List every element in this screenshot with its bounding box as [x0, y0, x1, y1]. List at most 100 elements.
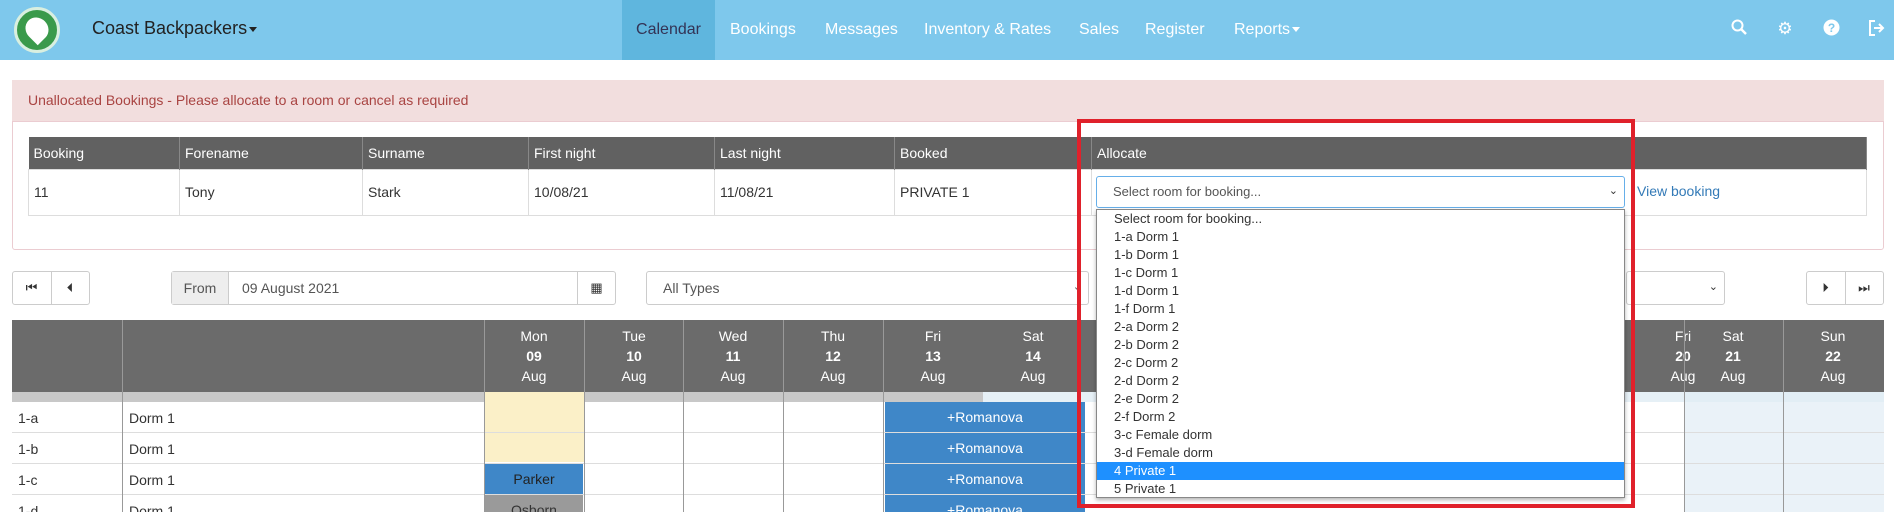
room-name: Dorm 1	[129, 441, 175, 457]
day-month: Aug	[521, 368, 547, 384]
booking-bar[interactable]: +Romanova	[885, 464, 1085, 494]
nav-bookings[interactable]: Bookings	[730, 0, 796, 60]
day-dow: Sun	[1820, 328, 1846, 344]
room-code: 1-a	[18, 410, 39, 426]
grid-line	[783, 320, 784, 512]
secondary-select[interactable]: ⌄	[1626, 271, 1725, 305]
prev-buttons-group: ⏮ ⏴	[12, 271, 90, 305]
grid-line	[122, 320, 123, 512]
grid-line	[584, 320, 585, 512]
grid-line	[1783, 320, 1784, 512]
next-page-icon[interactable]: ⏵	[1807, 272, 1844, 304]
nav-sales[interactable]: Sales	[1079, 0, 1119, 60]
day-dow: Mon	[520, 328, 548, 344]
col-booked: Booked	[894, 137, 1092, 169]
view-booking-link[interactable]: View booking	[1637, 183, 1720, 199]
calendar-icon[interactable]: ▦	[577, 272, 615, 304]
day-month: Aug	[1020, 368, 1046, 384]
today-strip	[484, 392, 584, 402]
day-dow: Wed	[718, 328, 748, 344]
brand-label: Coast Backpackers	[92, 18, 248, 38]
day-date: 14	[1025, 348, 1041, 364]
day-month: Aug	[621, 368, 647, 384]
gear-icon[interactable]: ⚙	[1775, 19, 1795, 39]
room-name: Dorm 1	[129, 503, 175, 512]
unallocated-alert: Unallocated Bookings - Please allocate t…	[12, 80, 1884, 122]
day-dow: Tue	[622, 328, 646, 344]
day-month: Aug	[820, 368, 846, 384]
nav-register[interactable]: Register	[1145, 0, 1205, 60]
cell-last-night: 11/08/21	[714, 168, 895, 216]
col-surname: Surname	[362, 137, 529, 169]
day-header: Sat 21 Aug	[1683, 326, 1783, 386]
help-icon[interactable]: ?	[1821, 19, 1841, 39]
cell-first-night: 10/08/21	[528, 168, 715, 216]
first-page-icon[interactable]: ⏮	[13, 272, 50, 304]
caret-down-icon	[249, 26, 258, 32]
search-icon[interactable]	[1729, 19, 1749, 39]
svg-text:?: ?	[1827, 21, 1834, 35]
room-name: Dorm 1	[129, 410, 175, 426]
day-dow: Fri	[924, 328, 942, 344]
grid-line	[484, 320, 485, 512]
booking-bar[interactable]: +Romanova	[885, 402, 1085, 432]
nav-calendar[interactable]: Calendar	[622, 0, 715, 60]
col-forename: Forename	[179, 137, 363, 169]
cell-forename: Tony	[179, 168, 363, 216]
day-header: Sat 14 Aug	[983, 326, 1083, 386]
room-name: Dorm 1	[129, 472, 175, 488]
next-buttons-group: ⏵ ⏭	[1806, 271, 1884, 305]
from-date-input[interactable]: 09 August 2021	[242, 280, 339, 296]
nav-reports[interactable]: Reports	[1234, 0, 1301, 60]
day-dow: Thu	[820, 328, 846, 344]
day-date: 09	[526, 348, 542, 364]
col-last-night: Last night	[714, 137, 895, 169]
from-label: From	[172, 272, 229, 304]
day-month: Aug	[720, 368, 746, 384]
col-booking: Booking	[28, 137, 180, 169]
last-page-icon[interactable]: ⏭	[1845, 272, 1882, 304]
room-type-select[interactable]: All Types ⌄	[646, 271, 1089, 305]
cell-surname: Stark	[362, 168, 529, 216]
day-month: Aug	[1720, 368, 1746, 384]
day-header: Fri 13 Aug	[883, 326, 983, 386]
grid-line	[683, 320, 684, 512]
weekend-strip	[1684, 392, 1884, 402]
day-month: Aug	[920, 368, 946, 384]
room-code: 1-c	[18, 472, 38, 488]
property-dropdown[interactable]: Coast Backpackers	[92, 18, 258, 39]
day-dow: Sat	[1022, 328, 1044, 344]
col-first-night: First night	[528, 137, 715, 169]
day-date: 21	[1725, 348, 1741, 364]
day-header: Tue 10 Aug	[584, 326, 684, 386]
logout-icon[interactable]	[1866, 19, 1886, 39]
booking-bar[interactable]: +Romanova	[885, 433, 1085, 463]
nav-messages[interactable]: Messages	[825, 0, 898, 60]
chevron-down-icon: ⌄	[1708, 281, 1718, 293]
day-header: Wed 11 Aug	[683, 326, 783, 386]
day-date: 12	[825, 348, 841, 364]
booking-bar[interactable]: Parker	[485, 464, 583, 494]
booking-bar[interactable]: +Romanova	[885, 495, 1085, 512]
logo-icon[interactable]	[14, 7, 60, 53]
day-month: Aug	[1820, 368, 1846, 384]
top-navbar: Coast Backpackers Calendar Bookings Mess…	[0, 0, 1894, 60]
nav-reports-label: Reports	[1234, 21, 1291, 38]
day-date: 11	[725, 348, 741, 364]
day-header: Sun 22 Aug	[1783, 326, 1883, 386]
day-header: Thu 12 Aug	[783, 326, 883, 386]
cell-booking: 11	[28, 168, 180, 216]
room-type-value: All Types	[663, 280, 720, 296]
grid-line	[883, 320, 884, 512]
day-dow: Sat	[1722, 328, 1744, 344]
prev-page-icon[interactable]: ⏴	[51, 272, 88, 304]
from-date-group: From 09 August 2021 ▦	[171, 271, 616, 305]
header-strip	[12, 392, 484, 402]
booking-bar[interactable]: Osborn	[485, 495, 583, 512]
grid-line	[1684, 320, 1685, 512]
day-date: 22	[1825, 348, 1841, 364]
nav-inventory-rates[interactable]: Inventory & Rates	[924, 0, 1051, 60]
day-date: 10	[626, 348, 642, 364]
room-code: 1-b	[18, 441, 39, 457]
day-header: Mon 09 Aug	[484, 326, 584, 386]
